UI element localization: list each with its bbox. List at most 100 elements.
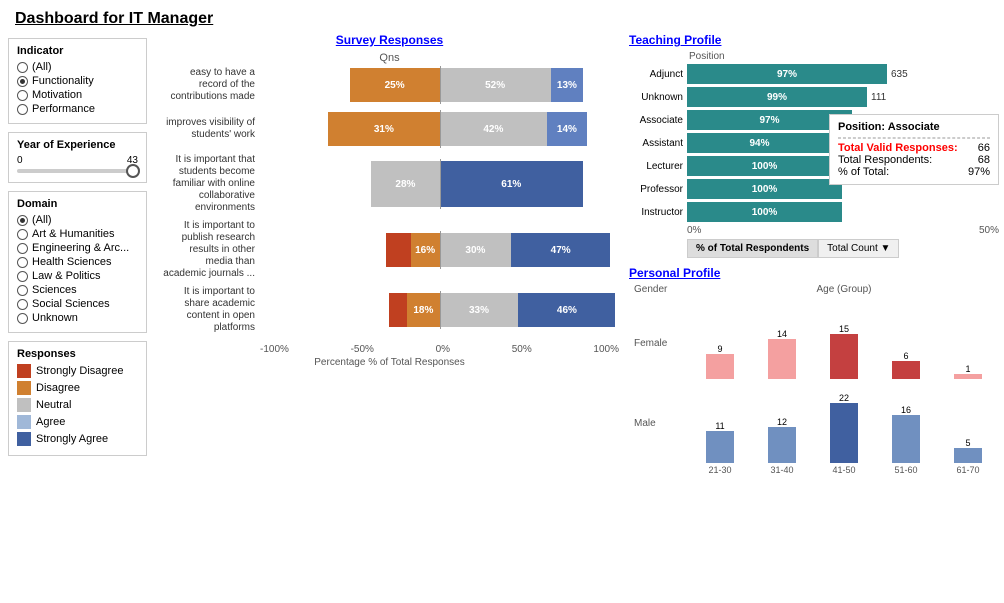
- q5-neutral: 33%: [440, 293, 519, 327]
- assistant-bar: 94%: [687, 133, 832, 153]
- tooltip-title: Position: Associate: [838, 121, 990, 133]
- radio-all[interactable]: [17, 62, 28, 73]
- domain-title: Domain: [17, 198, 138, 210]
- q2-bar: 31% 42% 14%: [260, 110, 619, 148]
- male-bar-31: 12: [768, 417, 796, 463]
- year-of-experience-filter: Year of Experience 0 43: [8, 132, 147, 183]
- responses-legend: Responses Strongly Disagree Disagree Neu…: [8, 341, 147, 456]
- radio-motivation[interactable]: [17, 90, 28, 101]
- q5-s-disagree: [389, 293, 407, 327]
- q2-neutral: 42%: [440, 112, 548, 146]
- left-panel: Indicator (All) Functionality Motivation…: [0, 33, 155, 603]
- radio-health[interactable]: [17, 257, 28, 268]
- tooltip-resp-label: Total Respondents:: [838, 154, 932, 166]
- radio-unknown[interactable]: [17, 313, 28, 324]
- q2-agree: 14%: [547, 112, 586, 146]
- legend-title: Responses: [17, 348, 138, 360]
- teaching-tooltip: Position: Associate Total Valid Response…: [829, 114, 999, 185]
- domain-social[interactable]: Social Sciences: [17, 298, 138, 310]
- tooltip-respondents: Total Respondents: 68: [838, 154, 990, 166]
- domain-sciences[interactable]: Sciences: [17, 284, 138, 296]
- male-bar-31-40: [768, 427, 796, 463]
- q4-s-disagree: [386, 233, 411, 267]
- male-bar-61-70: [954, 448, 982, 463]
- q4-label: It is important to publish research resu…: [160, 220, 260, 280]
- radio-sciences[interactable]: [17, 285, 28, 296]
- q1-bar: 25% 52% 13%: [260, 66, 619, 104]
- indicator-title: Indicator: [17, 45, 138, 57]
- female-bar-31: 14: [768, 329, 796, 379]
- tab-pct-respondents[interactable]: % of Total Respondents: [687, 239, 818, 258]
- t-row-adjunct: Adjunct 97% 635: [629, 64, 999, 84]
- indicator-option-all[interactable]: (All): [17, 61, 138, 73]
- legend-neutral: Neutral: [17, 398, 138, 412]
- slider-thumb[interactable]: [126, 164, 140, 178]
- female-bar-21: 9: [706, 344, 734, 379]
- male-bar-21: 11: [706, 421, 734, 463]
- male-bar-41: 22: [830, 393, 858, 463]
- slider-track[interactable]: [17, 169, 138, 173]
- legend-strongly-disagree: Strongly Disagree: [17, 364, 138, 378]
- female-bar-31-40: [768, 339, 796, 379]
- radio-performance[interactable]: [17, 104, 28, 115]
- indicator-option-functionality[interactable]: Functionality: [17, 75, 138, 87]
- domain-all[interactable]: (All): [17, 214, 138, 226]
- indicator-option-motivation[interactable]: Motivation: [17, 89, 138, 101]
- male-bar-51-60: [892, 415, 920, 463]
- instructor-bar: 100%: [687, 202, 842, 222]
- t-tab-row[interactable]: % of Total Respondents Total Count ▼: [687, 239, 999, 258]
- radio-law[interactable]: [17, 271, 28, 282]
- q3-bar: 28% 61%: [260, 159, 619, 209]
- tooltip-valid: Total Valid Responses: 66: [838, 142, 990, 154]
- tooltip-resp-value: 68: [978, 154, 990, 166]
- domain-engineering[interactable]: Engineering & Arc...: [17, 242, 138, 254]
- radio-art[interactable]: [17, 229, 28, 240]
- tooltip-pct: % of Total: 97%: [838, 166, 990, 178]
- domain-law[interactable]: Law & Politics: [17, 270, 138, 282]
- teaching-chart-container: Adjunct 97% 635 Unknown 99% 111 Associat…: [629, 64, 999, 222]
- male-bar-51: 16: [892, 405, 920, 463]
- q1-label: easy to have a record of the contributio…: [160, 67, 260, 103]
- indicator-option-performance[interactable]: Performance: [17, 103, 138, 115]
- legend-color-agree: [17, 415, 31, 429]
- q5-label: It is important to share academic conten…: [160, 286, 260, 334]
- survey-chart: easy to have a record of the contributio…: [160, 66, 619, 340]
- x-axis-labels: -100% -50% 0% 50% 100%: [160, 344, 619, 355]
- qns-label: Qns: [160, 52, 619, 64]
- domain-art[interactable]: Art & Humanities: [17, 228, 138, 240]
- radio-functionality[interactable]: [17, 76, 28, 87]
- teaching-section: Teaching Profile Position Adjunct 97% 63…: [629, 33, 999, 258]
- domain-unknown[interactable]: Unknown: [17, 312, 138, 324]
- main-title: Dashboard for IT Manager: [0, 0, 1004, 33]
- domain-health[interactable]: Health Sciences: [17, 256, 138, 268]
- male-bar-41-50: [830, 403, 858, 463]
- female-bar-41: 15: [830, 324, 858, 379]
- radio-social[interactable]: [17, 299, 28, 310]
- q3-label: It is important that students become fam…: [160, 154, 260, 214]
- lecturer-bar: 100%: [687, 156, 842, 176]
- female-bar-21-30: [706, 354, 734, 379]
- associate-bar: 97%: [687, 110, 852, 130]
- age-x-labels: 21-30 31-40 41-50 51-60 61-70: [689, 465, 999, 475]
- teaching-title: Teaching Profile: [629, 33, 999, 47]
- legend-color-strongly-disagree: [17, 364, 31, 378]
- survey-row-1: easy to have a record of the contributio…: [160, 66, 619, 104]
- position-label: Position: [689, 51, 999, 62]
- radio-domain-all[interactable]: [17, 215, 28, 226]
- male-label-container: Male: [634, 383, 689, 463]
- right-panel: Teaching Profile Position Adjunct 97% 63…: [624, 33, 1004, 603]
- q4-strongly-agree: 47%: [511, 233, 610, 267]
- female-bar-51-60: [892, 361, 920, 379]
- female-bar-61: 1: [954, 364, 982, 379]
- legend-color-neutral: [17, 398, 31, 412]
- female-bar-61-70: [954, 374, 982, 379]
- indicator-filter: Indicator (All) Functionality Motivation…: [8, 38, 147, 124]
- radio-engineering[interactable]: [17, 243, 28, 254]
- tab-total-count[interactable]: Total Count ▼: [818, 239, 899, 258]
- axis-line-4: [440, 231, 441, 269]
- axis-line-5: [440, 291, 441, 329]
- tooltip-valid-value: 66: [978, 142, 990, 154]
- gender-col: Gender Female Male: [634, 284, 689, 475]
- personal-title: Personal Profile: [629, 266, 999, 280]
- q2-disagree: 31%: [328, 112, 439, 146]
